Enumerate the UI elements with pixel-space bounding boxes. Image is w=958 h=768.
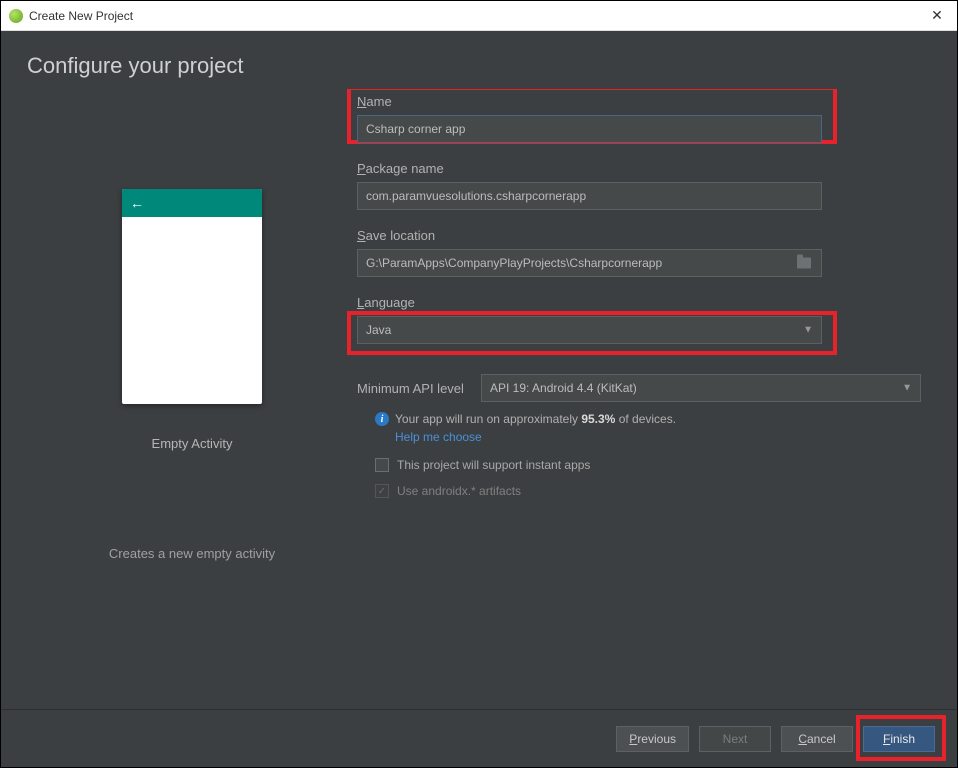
package-input[interactable]: com.paramvuesolutions.csharpcornerapp [357, 182, 822, 210]
api-label: Minimum API level [357, 381, 471, 396]
next-button: Next [699, 726, 771, 752]
android-studio-icon [9, 9, 23, 23]
back-arrow-icon: ← [130, 195, 144, 211]
name-label: Name [357, 94, 921, 109]
cancel-button[interactable]: Cancel [781, 726, 853, 752]
language-value: Java [366, 323, 391, 337]
chevron-down-icon: ▼ [803, 325, 813, 336]
titlebar: Create New Project ✕ [1, 1, 957, 31]
device-coverage-info: i Your app will run on approximately 95.… [357, 412, 921, 426]
help-me-choose-link[interactable]: Help me choose [395, 430, 482, 444]
androidx-row: ✓ Use androidx.* artifacts [357, 484, 921, 498]
androidx-label: Use androidx.* artifacts [397, 484, 521, 498]
chevron-down-icon: ▼ [902, 383, 912, 394]
dialog-content: Configure your project ← Empty Activity … [1, 31, 957, 767]
page-title: Configure your project [1, 31, 957, 89]
form-column: Name Csharp corner app Package name com.… [357, 89, 931, 709]
close-icon[interactable]: ✕ [925, 7, 949, 24]
preview-appbar: ← [122, 189, 262, 217]
name-value: Csharp corner app [366, 122, 465, 136]
template-preview: ← [122, 189, 262, 404]
window-title: Create New Project [29, 9, 133, 23]
previous-button[interactable]: Previous [616, 726, 689, 752]
language-label: Language [357, 295, 921, 310]
androidx-checkbox: ✓ [375, 484, 389, 498]
finish-button[interactable]: Finish [863, 726, 935, 752]
instant-apps-row[interactable]: This project will support instant apps [357, 458, 921, 472]
name-input[interactable]: Csharp corner app [357, 115, 822, 143]
api-select[interactable]: API 19: Android 4.4 (KitKat) ▼ [481, 374, 921, 402]
dialog-footer: Previous Next Cancel Finish [1, 709, 957, 767]
browse-folder-icon[interactable] [797, 258, 811, 269]
save-location-input[interactable]: G:\ParamApps\CompanyPlayProjects\Csharpc… [357, 249, 822, 277]
preview-column: ← Empty Activity Creates a new empty act… [27, 89, 357, 709]
api-value: API 19: Android 4.4 (KitKat) [490, 381, 637, 395]
info-icon: i [375, 412, 389, 426]
save-location-value: G:\ParamApps\CompanyPlayProjects\Csharpc… [366, 256, 662, 270]
template-description: Creates a new empty activity [109, 546, 275, 561]
template-name: Empty Activity [152, 436, 233, 451]
language-select[interactable]: Java ▼ [357, 316, 822, 344]
save-location-label: Save location [357, 228, 921, 243]
package-value: com.paramvuesolutions.csharpcornerapp [366, 189, 586, 203]
package-label: Package name [357, 161, 921, 176]
instant-apps-label: This project will support instant apps [397, 458, 590, 472]
instant-apps-checkbox[interactable] [375, 458, 389, 472]
